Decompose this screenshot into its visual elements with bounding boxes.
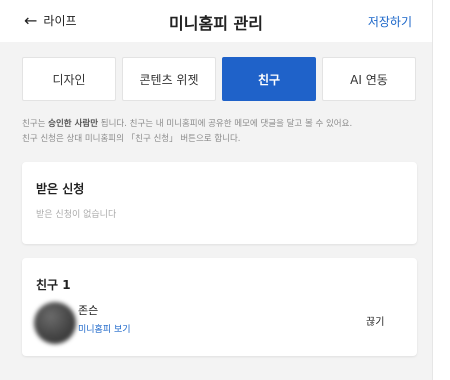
- friend-name: 존슨: [78, 304, 99, 317]
- info-line1-prefix: 친구는: [22, 119, 49, 129]
- header-bar: ← 라이프 미니홈피 관리 저장하기: [0, 0, 432, 42]
- received-requests-card: 받은 신청 받은 신청이 없습니다: [22, 162, 417, 244]
- tab-friends[interactable]: 친구: [222, 57, 316, 101]
- info-line-2: 친구 신청은 상대 미니홈피의 「친구 신청」 버튼으로 합니다.: [22, 134, 241, 144]
- tab-bar: 디자인 콘텐츠 위젯 친구 AI 연동: [22, 57, 416, 101]
- tab-content-widget[interactable]: 콘텐츠 위젯: [122, 57, 216, 101]
- unfriend-button[interactable]: 끊기: [366, 313, 384, 328]
- friends-info-text: 친구는 승인한 사람만 됩니다. 친구는 내 미니홈피에 공유한 메모에 댓글을…: [22, 117, 426, 147]
- tab-design[interactable]: 디자인: [22, 57, 116, 101]
- save-button[interactable]: 저장하기: [368, 13, 412, 30]
- info-line1-suffix: 됩니다. 친구는 내 미니홈피에 공유한 메모에 댓글을 달고 볼 수 있어요.: [98, 119, 353, 129]
- tab-ai-integration[interactable]: AI 연동: [322, 57, 416, 101]
- info-line-1: 친구는 승인한 사람만 됩니다. 친구는 내 미니홈피에 공유한 메모에 댓글을…: [22, 117, 426, 132]
- received-requests-title: 받은 신청: [36, 182, 85, 196]
- friends-title: 친구 1: [36, 278, 71, 292]
- friends-card: 친구 1 존슨 미니홈피 보기 끊기: [22, 258, 417, 356]
- avatar: [34, 302, 76, 344]
- received-requests-empty: 받은 신청이 없습니다: [36, 210, 117, 220]
- app-window: ← 라이프 미니홈피 관리 저장하기 디자인 콘텐츠 위젯 친구 AI 연동 친…: [0, 0, 433, 380]
- info-line1-bold: 승인한 사람만: [48, 119, 99, 129]
- view-minihompy-link[interactable]: 미니홈피 보기: [78, 322, 131, 335]
